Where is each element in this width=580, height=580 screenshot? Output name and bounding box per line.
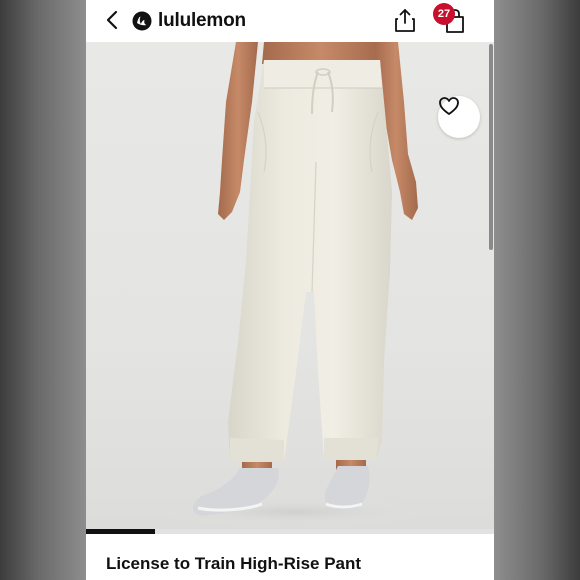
lululemon-logo-icon xyxy=(132,11,152,31)
background-right xyxy=(494,0,580,580)
top-navigation-bar: lululemon 27 xyxy=(86,0,494,42)
share-icon xyxy=(395,9,415,32)
share-button[interactable] xyxy=(393,7,417,33)
brand-name: lululemon xyxy=(158,10,246,31)
carousel-progress-track xyxy=(86,529,494,534)
product-image-carousel[interactable] xyxy=(86,42,494,532)
heart-icon xyxy=(439,97,459,115)
wishlist-button[interactable] xyxy=(438,96,480,138)
product-photo xyxy=(154,42,434,526)
product-title: License to Train High-Rise Pant xyxy=(106,554,362,573)
background-left xyxy=(0,0,86,580)
back-button[interactable] xyxy=(102,9,124,31)
scrollbar[interactable] xyxy=(489,44,493,250)
brand-logo[interactable]: lululemon xyxy=(132,8,246,34)
app-screen: lululemon 27 License to Train High-Rise … xyxy=(86,0,494,580)
back-chevron-icon xyxy=(106,10,118,30)
bag-count-badge: 27 xyxy=(433,3,455,25)
carousel-progress-indicator xyxy=(86,529,156,534)
